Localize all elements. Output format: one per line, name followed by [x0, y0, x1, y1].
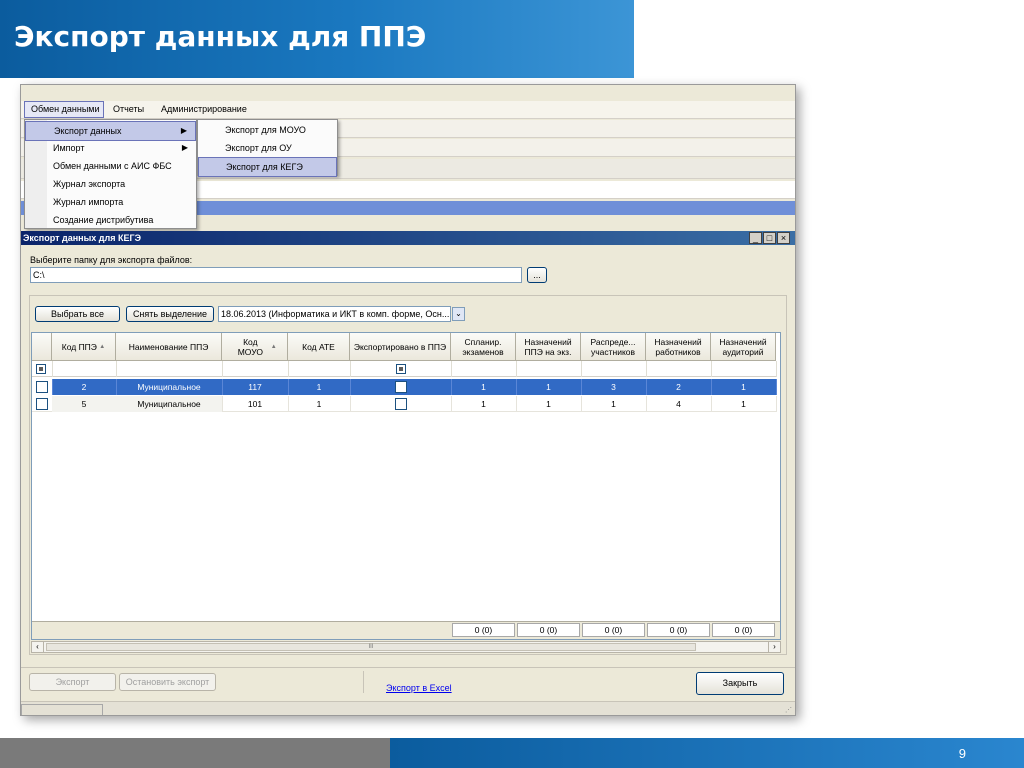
cell-kod-ate: 1 — [288, 379, 351, 395]
resize-grip-icon[interactable]: ⋰ — [785, 706, 793, 714]
cell-name-ppe: Муниципальное — [116, 396, 223, 412]
cell-kod-mouo: 101 — [222, 396, 289, 412]
total-rooms: 0 (0) — [712, 623, 775, 637]
status-bar: ⋰ — [21, 701, 795, 715]
cell-kod-ppe: 5 — [52, 396, 117, 412]
divider — [21, 667, 795, 668]
total-planned: 0 (0) — [452, 623, 515, 637]
cell-name-ppe: Муниципальное — [116, 379, 223, 395]
folder-input[interactable]: C:\ — [30, 267, 522, 283]
submenu-export-ou[interactable]: Экспорт для ОУ — [198, 139, 337, 157]
exported-filter-checkbox[interactable] — [396, 364, 406, 374]
folder-label: Выберите папку для экспорта файлов: — [30, 255, 193, 265]
header-exported[interactable]: Экспортировано в ППЭ — [350, 333, 451, 361]
submenu-export-mouo[interactable]: Экспорт для МОУО — [198, 121, 337, 139]
footer-bar-left — [0, 738, 390, 768]
total-workers: 0 (0) — [647, 623, 710, 637]
chevron-down-icon[interactable]: ⌄ — [452, 307, 465, 321]
cell-rooms: 1 — [711, 379, 777, 395]
menu-item-create-distrib[interactable]: Создание дистрибутива — [25, 211, 196, 229]
horizontal-scrollbar[interactable]: ‹ III › — [31, 641, 781, 653]
menu-item-import-log[interactable]: Журнал импорта — [25, 193, 196, 211]
slide-title: Экспорт данных для ППЭ — [14, 20, 427, 53]
cell-distributed: 3 — [581, 379, 647, 395]
select-all-button[interactable]: Выбрать все — [35, 306, 120, 322]
cell-kod-ate: 1 — [288, 396, 351, 412]
export-button[interactable]: Экспорт — [29, 673, 116, 691]
minimize-button[interactable]: _ — [749, 232, 762, 244]
menu-item-export-data[interactable]: Экспорт данных ▶ — [25, 121, 196, 141]
header-assigned-ppe[interactable]: Назначений ППЭ на экз. — [516, 333, 581, 361]
header-rooms[interactable]: Назначений аудиторий — [711, 333, 776, 361]
page-number: 9 — [958, 746, 966, 761]
exported-checkbox[interactable] — [395, 381, 407, 393]
close-button[interactable]: Закрыть — [696, 672, 784, 695]
filter-row — [32, 361, 777, 377]
divider — [363, 671, 364, 693]
total-distributed: 0 (0) — [582, 623, 645, 637]
data-grid: Код ППЭ ▲ Наименование ППЭ Код МОУО ▲ Ко… — [31, 332, 781, 640]
menu-item-import[interactable]: Импорт ▶ — [25, 139, 196, 157]
submenu-export-kege[interactable]: Экспорт для КЕГЭ — [198, 157, 337, 177]
row-checkbox[interactable] — [36, 398, 48, 410]
table-row[interactable]: 5 Муниципальное 101 1 1 1 1 4 1 — [32, 396, 777, 412]
browse-button[interactable]: ... — [527, 267, 547, 283]
header-planned[interactable]: Спланир. экзаменов — [451, 333, 516, 361]
sort-asc-icon: ▲ — [270, 343, 277, 350]
menu-admin[interactable]: Администрирование — [161, 104, 247, 114]
sort-asc-icon: ▲ — [99, 343, 106, 350]
header-kod-ppe[interactable]: Код ППЭ ▲ — [52, 333, 116, 361]
header-kod-mouo[interactable]: Код МОУО ▲ — [222, 333, 288, 361]
cell-distributed: 1 — [581, 396, 647, 412]
menu-bar: Обмен данными Отчеты Администрирование — [21, 101, 795, 119]
menu-item-export-log[interactable]: Журнал экспорта — [25, 175, 196, 193]
export-dialog: Экспорт данных для КЕГЭ _ □ × Выберите п… — [21, 231, 795, 715]
header-name-ppe[interactable]: Наименование ППЭ — [116, 333, 222, 361]
header-workers[interactable]: Назначений работников — [646, 333, 711, 361]
app-screenshot: Обмен данными Отчеты Администрирование Э… — [20, 84, 796, 716]
header-check — [32, 333, 52, 361]
cell-assigned-ppe: 1 — [516, 396, 582, 412]
scroll-thumb[interactable]: III — [46, 643, 696, 651]
cell-planned: 1 — [451, 396, 517, 412]
menu-item-fbs-exchange[interactable]: Обмен данными с АИС ФБС — [25, 157, 196, 175]
export-menu: Экспорт данных ▶ Импорт ▶ Обмен данными с … — [24, 119, 197, 229]
stop-export-button[interactable]: Остановить экспорт — [119, 673, 216, 691]
header-kod-ate[interactable]: Код АТЕ — [288, 333, 350, 361]
exported-checkbox[interactable] — [395, 398, 407, 410]
header-distributed[interactable]: Распреде... участников — [581, 333, 646, 361]
export-excel-link[interactable]: Экспорт в Excel — [386, 683, 452, 693]
cell-workers: 2 — [646, 379, 712, 395]
deselect-button[interactable]: Снять выделение — [126, 306, 214, 322]
exam-select-value: 18.06.2013 (Информатика и ИКТ в комп. фо… — [221, 309, 450, 319]
filter-checkbox[interactable] — [36, 364, 46, 374]
total-assigned-ppe: 0 (0) — [517, 623, 580, 637]
cell-kod-mouo: 117 — [222, 379, 289, 395]
row-checkbox[interactable] — [36, 381, 48, 393]
cell-kod-ppe: 2 — [52, 379, 117, 395]
slide-title-banner: Экспорт данных для ППЭ — [0, 0, 634, 78]
maximize-button[interactable]: □ — [763, 232, 776, 244]
status-panel — [21, 704, 103, 715]
cell-workers: 4 — [646, 396, 712, 412]
cell-assigned-ppe: 1 — [516, 379, 582, 395]
exam-select[interactable]: 18.06.2013 (Информатика и ИКТ в комп. фо… — [218, 306, 451, 322]
scroll-left-icon[interactable]: ‹ — [32, 642, 44, 652]
cell-rooms: 1 — [711, 396, 777, 412]
menu-reports[interactable]: Отчеты — [113, 104, 144, 114]
close-x-button[interactable]: × — [777, 232, 790, 244]
menu-obmen[interactable]: Обмен данными — [31, 104, 100, 114]
export-submenu: Экспорт для МОУО Экспорт для ОУ Экспорт … — [197, 119, 338, 177]
dialog-title: Экспорт данных для КЕГЭ — [21, 231, 795, 245]
cell-planned: 1 — [451, 379, 517, 395]
scroll-right-icon[interactable]: › — [768, 642, 780, 652]
footer-bar-right: 9 — [390, 738, 1024, 768]
table-row[interactable]: 2 Муниципальное 117 1 1 1 3 2 1 — [32, 379, 777, 395]
